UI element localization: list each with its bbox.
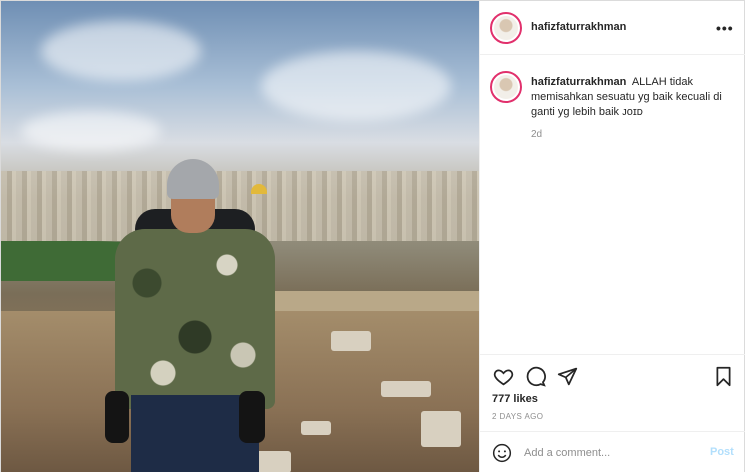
rubble-stone [301, 421, 331, 435]
more-options-icon[interactable]: ••• [716, 20, 734, 36]
post-header: hafizfaturrakhman ••• [480, 1, 745, 55]
caption-block: hafizfaturrakhman ALLAH tidak memisahkan… [480, 55, 745, 355]
post-comment-button[interactable]: Post [710, 446, 734, 458]
bookmark-icon[interactable] [711, 364, 735, 388]
post-timestamp[interactable]: 2 DAYS AGO [492, 412, 543, 421]
action-bar: 777 likes 2 DAYS AGO [480, 354, 745, 434]
cloud [21, 111, 161, 151]
cloud [261, 51, 451, 121]
camo-jacket [115, 229, 275, 409]
rubble-stone [331, 331, 371, 351]
post-side-panel: hafizfaturrakhman ••• hafizfaturrakhman … [479, 1, 745, 472]
caption-avatar[interactable] [490, 71, 522, 103]
paper-plane-icon[interactable] [555, 364, 579, 388]
caption-username[interactable]: hafizfaturrakhman [531, 76, 626, 88]
avatar[interactable] [490, 12, 522, 44]
person-in-camo-jacket [105, 159, 281, 472]
heart-icon[interactable] [491, 364, 515, 388]
left-glove [105, 391, 129, 443]
add-comment-bar: Post [480, 431, 745, 472]
comment-input[interactable] [524, 444, 694, 462]
header-username[interactable]: hafizfaturrakhman [531, 21, 626, 33]
comment-icon[interactable] [523, 364, 547, 388]
right-glove [239, 391, 265, 443]
avatar-image [494, 75, 518, 99]
cloud [41, 21, 201, 81]
avatar-image [494, 16, 518, 40]
rubble-stone [421, 411, 461, 447]
emoji-icon[interactable] [492, 443, 512, 463]
caption-age[interactable]: 2d [531, 129, 542, 140]
caption-text: hafizfaturrakhman ALLAH tidak memisahkan… [531, 75, 741, 120]
likes-count[interactable]: 777 likes [492, 393, 538, 405]
post-photo[interactable] [1, 1, 479, 472]
instagram-post: hafizfaturrakhman ••• hafizfaturrakhman … [0, 0, 745, 472]
rubble-stone [381, 381, 431, 397]
beanie [167, 159, 219, 199]
